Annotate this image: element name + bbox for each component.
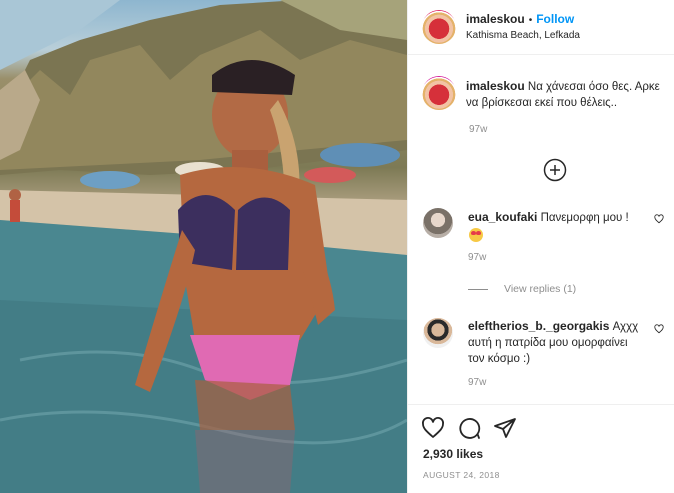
caption-line-2: να βρίσκεσαι εκεί που θέλεις.. [466, 97, 618, 109]
likes-count[interactable]: 2,930 likes [423, 447, 483, 461]
comment-1-username[interactable]: eua_koufaki [468, 210, 537, 224]
caption-username[interactable]: imaleskou [466, 79, 525, 93]
comment-avatar-eleftherios[interactable] [423, 318, 453, 348]
view-replies-button[interactable]: View replies (1) [504, 283, 576, 295]
post-date[interactable]: AUGUST 24, 2018 [423, 470, 500, 480]
comment-1-age: 97w [468, 252, 487, 263]
paper-plane-icon[interactable] [493, 416, 517, 440]
instagram-post: imaleskou • Follow Kathisma Beach, Lefkada… [0, 0, 674, 493]
caption-age: 97w [469, 124, 488, 135]
header-username[interactable]: imaleskou [466, 12, 525, 26]
comment-2-line-2: αυτή η πατρίδα μου ομορφαίνει [468, 337, 628, 349]
post-location[interactable]: Kathisma Beach, Lefkada [466, 30, 580, 41]
comment-2-line-1: Αχχχ [612, 321, 639, 333]
caption-line-1: Να χάνεσαι όσο θες. Αρκε [527, 81, 660, 93]
profile-avatar[interactable] [422, 10, 456, 44]
header-separator: • [528, 15, 533, 26]
caption-avatar[interactable] [422, 76, 456, 110]
comment-icon[interactable] [457, 416, 481, 440]
comment-2-like-icon[interactable] [654, 324, 664, 334]
comment-2-username[interactable]: eleftherios_b._georgakis [468, 319, 609, 333]
caption-text: imaleskou Να χάνεσαι όσο θες. Αρκε να βρ… [466, 78, 674, 111]
comment-1-like-icon[interactable] [654, 214, 664, 224]
post-photo[interactable] [0, 0, 407, 493]
comment-2-age: 97w [468, 377, 487, 388]
heart-icon[interactable] [421, 416, 445, 440]
heart-eyes-emoji-icon [469, 228, 483, 242]
header-user-line: imaleskou • Follow [466, 12, 574, 26]
comment-2-text: eleftherios_b._georgakis Αχχχ αυτή η πατ… [468, 318, 638, 367]
actions-divider [407, 404, 674, 405]
plus-circle-icon[interactable] [543, 158, 567, 182]
view-replies-line [468, 289, 488, 290]
follow-button[interactable]: Follow [536, 12, 574, 26]
post-side-panel: imaleskou • Follow Kathisma Beach, Lefkada… [407, 0, 674, 493]
comment-2-line-3: τον κόσμο :) [468, 353, 531, 365]
comment-avatar-eua[interactable] [423, 208, 453, 238]
comment-1-body: Πανεμορφη μου ! [540, 212, 629, 224]
beach-photo-illustration [0, 0, 407, 493]
post-header: imaleskou • Follow Kathisma Beach, Lefkada [408, 0, 674, 55]
comment-1-text: eua_koufaki Πανεμορφη μου ! [468, 209, 629, 226]
